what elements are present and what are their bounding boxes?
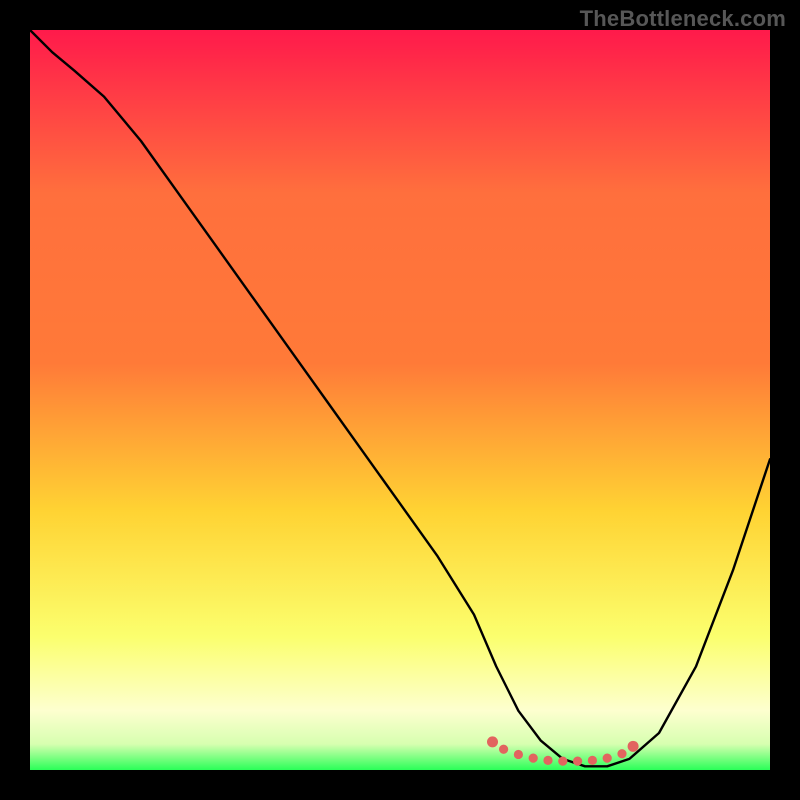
chart-frame: TheBottleneck.com [0,0,800,800]
watermark-label: TheBottleneck.com [580,6,786,32]
marker-dot [573,757,582,766]
marker-dot [529,754,538,763]
marker-dot [558,757,567,766]
marker-dot [487,736,498,747]
marker-dot [603,754,612,763]
chart-svg [30,30,770,770]
marker-dot [588,756,597,765]
marker-dot [499,745,508,754]
marker-dot [514,750,523,759]
marker-dot [617,749,626,758]
marker-dot [628,741,639,752]
marker-dot [543,756,552,765]
plot-area [30,30,770,770]
